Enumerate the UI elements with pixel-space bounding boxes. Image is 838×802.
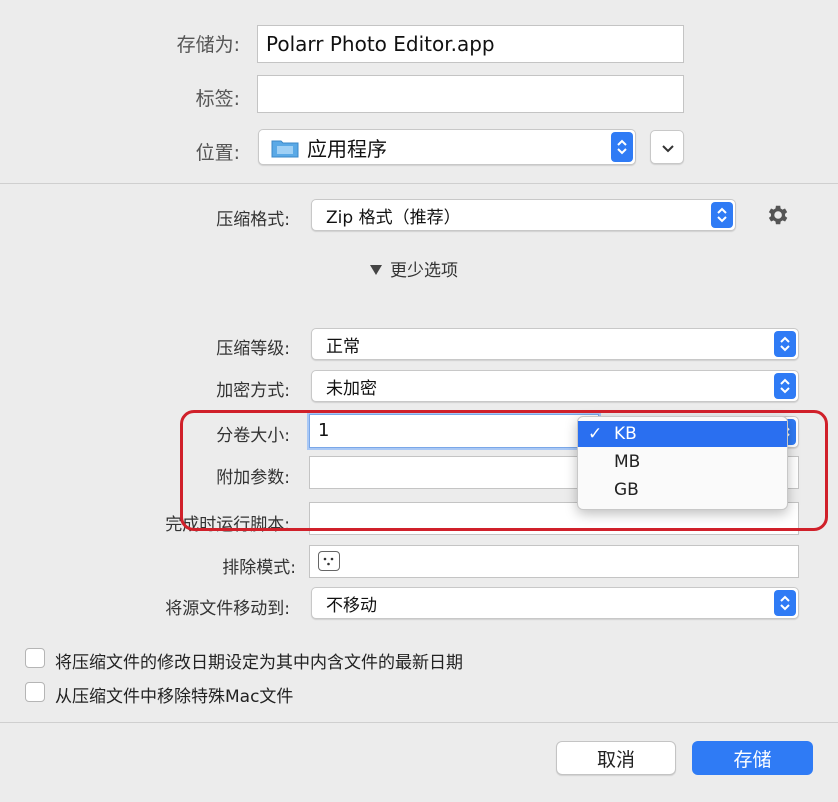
format-select[interactable]: Zip 格式（推荐） xyxy=(311,199,736,231)
menu-item-kb[interactable]: ✓ KB xyxy=(578,421,787,447)
volume-label: 分卷大小: xyxy=(216,426,290,446)
level-select[interactable]: 正常 xyxy=(311,328,799,360)
move-source-select[interactable]: 不移动 xyxy=(311,587,799,619)
format-value: Zip 格式（推荐） xyxy=(326,207,461,228)
exclude-label: 排除模式: xyxy=(222,558,296,578)
expand-button[interactable] xyxy=(650,130,684,164)
chevron-down-icon xyxy=(660,141,676,160)
latest-date-checkbox[interactable] xyxy=(25,648,45,668)
level-value: 正常 xyxy=(326,336,360,357)
menu-item-mb-label: MB xyxy=(614,452,641,472)
format-stepper xyxy=(711,202,733,228)
menu-item-mb[interactable]: MB xyxy=(578,449,787,475)
run-script-label: 完成时运行脚本: xyxy=(165,515,290,535)
encryption-select[interactable]: 未加密 xyxy=(311,370,799,402)
move-source-stepper xyxy=(774,590,796,616)
checkmark-icon: ✓ xyxy=(588,424,603,444)
folder-icon xyxy=(271,138,299,162)
latest-date-label: 将压缩文件的修改日期设定为其中内含文件的最新日期 xyxy=(55,653,463,673)
encryption-label: 加密方式: xyxy=(216,381,290,401)
format-label: 压缩格式: xyxy=(216,210,290,230)
remove-mac-files-label: 从压缩文件中移除特殊Mac文件 xyxy=(55,687,294,707)
menu-item-gb[interactable]: GB xyxy=(578,477,787,503)
move-source-label: 将源文件移动到: xyxy=(165,599,290,619)
level-stepper xyxy=(774,331,796,357)
remove-mac-files-checkbox[interactable] xyxy=(25,682,45,702)
move-source-value: 不移动 xyxy=(326,595,377,616)
location-value: 应用程序 xyxy=(307,136,387,161)
separator-top xyxy=(0,183,838,184)
encryption-value: 未加密 xyxy=(326,378,377,399)
menu-item-gb-label: GB xyxy=(614,480,639,500)
extra-params-label: 附加参数: xyxy=(216,468,290,488)
exclude-input[interactable] xyxy=(309,545,799,578)
gear-icon[interactable] xyxy=(764,202,790,232)
menu-item-kb-label: KB xyxy=(614,424,637,444)
disclosure-triangle-icon[interactable] xyxy=(369,261,383,280)
location-label: 位置: xyxy=(195,142,240,164)
save-as-label: 存储为: xyxy=(176,34,240,56)
tags-input[interactable] xyxy=(257,75,684,113)
volume-input[interactable]: 1 xyxy=(309,414,599,448)
location-select[interactable]: 应用程序 xyxy=(258,129,636,165)
token-icon[interactable] xyxy=(318,551,340,571)
location-stepper xyxy=(611,132,633,162)
separator-bottom xyxy=(0,722,838,723)
save-as-input[interactable]: Polarr Photo Editor.app xyxy=(257,25,684,63)
volume-unit-menu: ✓ KB MB GB xyxy=(577,416,788,510)
cancel-button[interactable]: 取消 xyxy=(556,741,676,775)
tags-label: 标签: xyxy=(195,88,240,110)
fewer-options-toggle[interactable]: 更少选项 xyxy=(390,256,458,281)
encryption-stepper xyxy=(774,373,796,399)
save-button[interactable]: 存储 xyxy=(692,741,813,775)
level-label: 压缩等级: xyxy=(216,339,290,359)
